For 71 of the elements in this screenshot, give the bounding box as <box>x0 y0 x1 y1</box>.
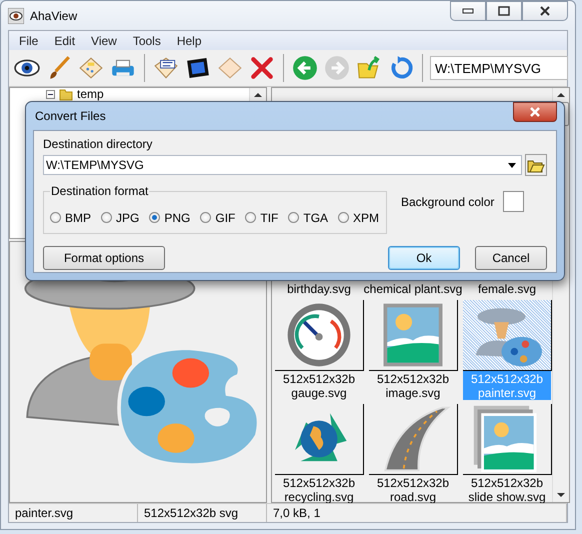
tree-item[interactable]: temp <box>77 88 104 100</box>
image-size-label: 512x512x32b <box>376 372 450 386</box>
rename-icon <box>153 55 179 81</box>
menu-item[interactable]: Edit <box>46 34 84 48</box>
close-icon <box>539 6 551 16</box>
radio-button[interactable] <box>288 212 300 223</box>
thumbnail-caption[interactable]: 512x512x32b road.svg <box>369 475 457 504</box>
thumbnail-caption[interactable]: 512x512x32b image.svg <box>369 371 457 400</box>
close-button[interactable] <box>513 102 557 122</box>
color-swatch[interactable] <box>503 191 524 212</box>
radio-button[interactable] <box>245 212 256 223</box>
menu-item[interactable]: View <box>83 34 125 48</box>
format-group-label: Destination format <box>50 184 150 198</box>
image-size-label: 512x512x32b <box>282 476 356 490</box>
window-title: AhaView <box>30 8 78 22</box>
file-name-label: gauge.svg <box>291 386 347 400</box>
thumbnail-caption[interactable]: 512x512x32b recycling.svg <box>275 475 363 504</box>
paper-icon <box>217 55 243 81</box>
menu-item[interactable]: Help <box>168 34 210 48</box>
thumbnail-caption[interactable]: 512x512x32b slide show.svg <box>463 475 551 504</box>
file-name-label: recycling.svg <box>284 490 354 504</box>
minimize-icon <box>462 8 474 14</box>
status-text: 512x512x32b svg <box>138 504 267 522</box>
browse-button[interactable] <box>525 154 547 176</box>
close-button[interactable] <box>522 1 568 21</box>
dialog-button[interactable]: Ok <box>388 246 460 270</box>
close-icon <box>529 107 541 117</box>
thumbnail-caption[interactable]: 512x512x32b gauge.svg <box>275 371 363 400</box>
file-name-label: female.svg <box>478 282 536 296</box>
format-label: TIF <box>260 210 278 224</box>
format-label: GIF <box>215 210 236 224</box>
radio-button[interactable] <box>338 212 350 223</box>
film-icon <box>185 55 211 81</box>
dialog-button[interactable]: Cancel <box>475 246 547 270</box>
format-label: PNG <box>164 210 190 224</box>
file-name-label: image.svg <box>386 386 440 400</box>
collapse-icon[interactable] <box>46 90 55 98</box>
image-size-label: 512x512x32b <box>376 476 450 490</box>
radio-button[interactable] <box>200 212 212 223</box>
directory-combo-box[interactable]: W:\TEMP\MYSVG <box>43 155 522 175</box>
image-size-label: 512x512x32b <box>282 372 356 386</box>
path-field[interactable]: W:\TEMP\MYSVG <box>430 56 568 80</box>
paper-icon <box>78 55 104 81</box>
maximize-icon <box>498 6 510 16</box>
delete-icon <box>249 55 275 81</box>
file-name-label: painter.svg <box>478 386 536 400</box>
background-color-label: Background color <box>401 194 494 208</box>
file-name-label: slide show.svg <box>468 490 546 504</box>
menu-item[interactable]: File <box>11 34 46 48</box>
image-size-label: 512x512x32b <box>470 476 544 490</box>
file-name-label: chemical plant.svg <box>364 282 462 296</box>
file-name-label: road.svg <box>390 490 436 504</box>
format-label: JPG <box>116 210 140 224</box>
format-label: TGA <box>303 210 328 224</box>
radio-button[interactable] <box>50 212 61 223</box>
image-size-label: 512x512x32b <box>470 372 544 386</box>
maximize-button[interactable] <box>486 1 522 21</box>
file-name-label: birthday.svg <box>287 282 351 296</box>
status-text: painter.svg <box>9 504 138 522</box>
directory-label: Destination directory <box>43 137 154 151</box>
dialog-button[interactable]: Format options <box>43 246 165 270</box>
format-label: XPM <box>353 210 380 224</box>
radio-button[interactable] <box>149 212 160 223</box>
format-label: BMP <box>65 210 92 224</box>
dialog-title: Convert Files <box>35 109 106 123</box>
app-eye-icon <box>8 8 24 24</box>
minimize-button[interactable] <box>450 1 486 21</box>
radio-button[interactable] <box>101 212 112 223</box>
folder-arrow-icon <box>356 55 382 81</box>
status-text: 7,0 kB, 1 <box>267 504 567 522</box>
menu-item[interactable]: Tools <box>124 34 169 48</box>
